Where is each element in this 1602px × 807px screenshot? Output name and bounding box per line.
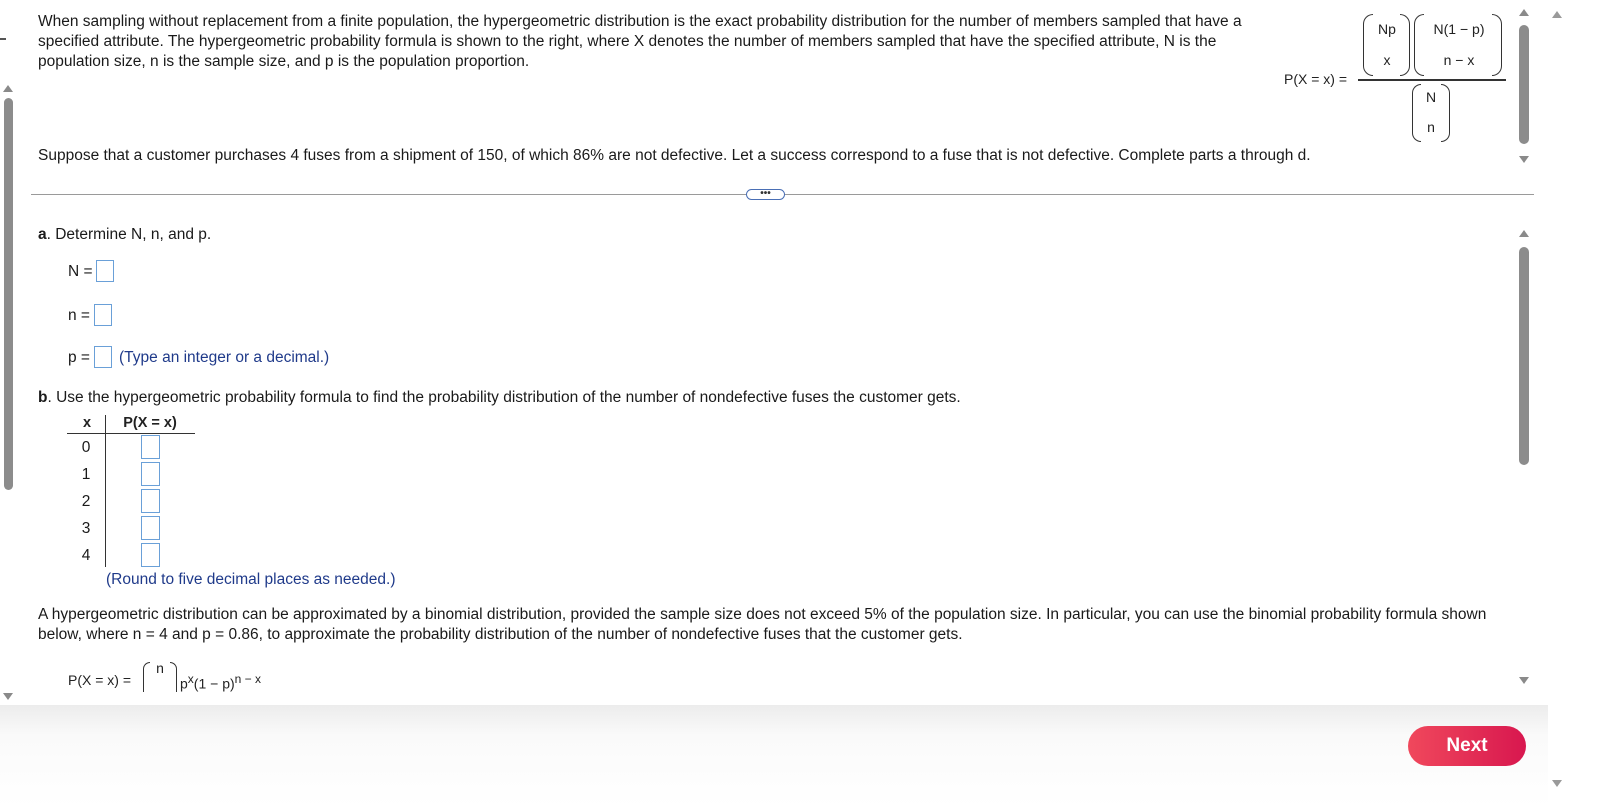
- table-row-input[interactable]: [141, 462, 160, 486]
- left-scrollbar-thumb[interactable]: [4, 98, 13, 490]
- p-input[interactable]: [94, 346, 112, 368]
- top-scroll-up-icon[interactable]: [1519, 9, 1529, 16]
- bottom-scrollbar-thumb[interactable]: [1519, 247, 1529, 465]
- formula-nmx: n − x: [1443, 52, 1475, 68]
- table-row-x: 2: [81, 493, 91, 510]
- table-row-x: 3: [81, 520, 91, 537]
- N-input[interactable]: [96, 260, 114, 282]
- bottom-scroll-up-icon[interactable]: [1519, 230, 1529, 237]
- N-label: N =: [68, 263, 93, 280]
- table-row-x: 0: [81, 439, 91, 456]
- paren-right: [1441, 84, 1450, 142]
- paren-right: [170, 662, 177, 692]
- footer-bar: [0, 705, 1548, 807]
- binomial-text: A hypergeometric distribution can be app…: [38, 606, 1487, 643]
- left-dash: [0, 38, 6, 40]
- formula-n: n: [1427, 119, 1435, 135]
- part-b-text: . Use the hypergeometric probability for…: [47, 389, 961, 406]
- binomial-lhs: P(X = x) =: [68, 672, 132, 688]
- part-a-letter: a: [38, 226, 47, 243]
- part-b-heading: b. Use the hypergeometric probability fo…: [38, 388, 961, 408]
- bottom-scroll-down-icon[interactable]: [1519, 677, 1529, 684]
- part-a-heading: a. Determine N, n, and p.: [38, 225, 211, 245]
- table-row-x: 1: [81, 466, 91, 483]
- binomial-p: p: [180, 675, 188, 692]
- formula-n1p: N(1 − p): [1433, 21, 1485, 37]
- fraction-bar: [1358, 79, 1506, 81]
- table-header-underline: [67, 433, 195, 434]
- n-label: n =: [68, 307, 90, 324]
- table-vertical-rule: [105, 415, 106, 567]
- formula-N: N: [1425, 89, 1437, 105]
- formula-np: Np: [1378, 21, 1396, 37]
- top-scroll-down-icon[interactable]: [1519, 156, 1529, 163]
- binomial-nmx-exp: n − x: [234, 672, 262, 686]
- table-row-x: 4: [81, 547, 91, 564]
- left-scroll-down-icon[interactable]: [3, 693, 13, 700]
- paren-left: [1412, 84, 1421, 142]
- p-label: p =: [68, 349, 90, 366]
- divider-handle-dots: •••: [760, 188, 771, 199]
- binomial-n: n: [156, 660, 164, 676]
- table-row-input[interactable]: [141, 543, 160, 567]
- binomial-rhs: px(1 − p)n − x: [180, 672, 261, 692]
- paren-right: [1492, 14, 1502, 76]
- left-scroll-up-icon[interactable]: [3, 85, 13, 92]
- top-scrollbar-thumb[interactable]: [1519, 25, 1529, 144]
- paren-right: [1400, 14, 1410, 76]
- p-hint: (Type an integer or a decimal.): [119, 349, 330, 366]
- paren-left: [1363, 14, 1373, 76]
- paren-left: [1414, 14, 1424, 76]
- table-row-input[interactable]: [141, 435, 160, 459]
- paren-left: [143, 662, 150, 692]
- n-input[interactable]: [94, 304, 112, 326]
- table-header-p: P(X = x): [123, 415, 177, 431]
- window-scroll-down-icon[interactable]: [1552, 780, 1562, 787]
- divider-handle[interactable]: •••: [746, 189, 785, 200]
- problem-text: Suppose that a customer purchases 4 fuse…: [38, 147, 1311, 164]
- table-header-x: x: [82, 415, 92, 431]
- window-scroll-up-icon[interactable]: [1552, 11, 1562, 18]
- table-row-input[interactable]: [141, 489, 160, 513]
- round-hint: (Round to five decimal places as needed.…: [106, 571, 396, 588]
- formula-x: x: [1383, 52, 1391, 68]
- binomial-mid: (1 − p): [193, 675, 235, 692]
- part-a-text: . Determine N, n, and p.: [46, 226, 212, 243]
- formula-lhs: P(X = x) =: [1284, 71, 1348, 87]
- table-row-input[interactable]: [141, 516, 160, 540]
- intro-text: When sampling without replacement from a…: [38, 13, 1242, 70]
- next-button[interactable]: Next: [1408, 726, 1526, 766]
